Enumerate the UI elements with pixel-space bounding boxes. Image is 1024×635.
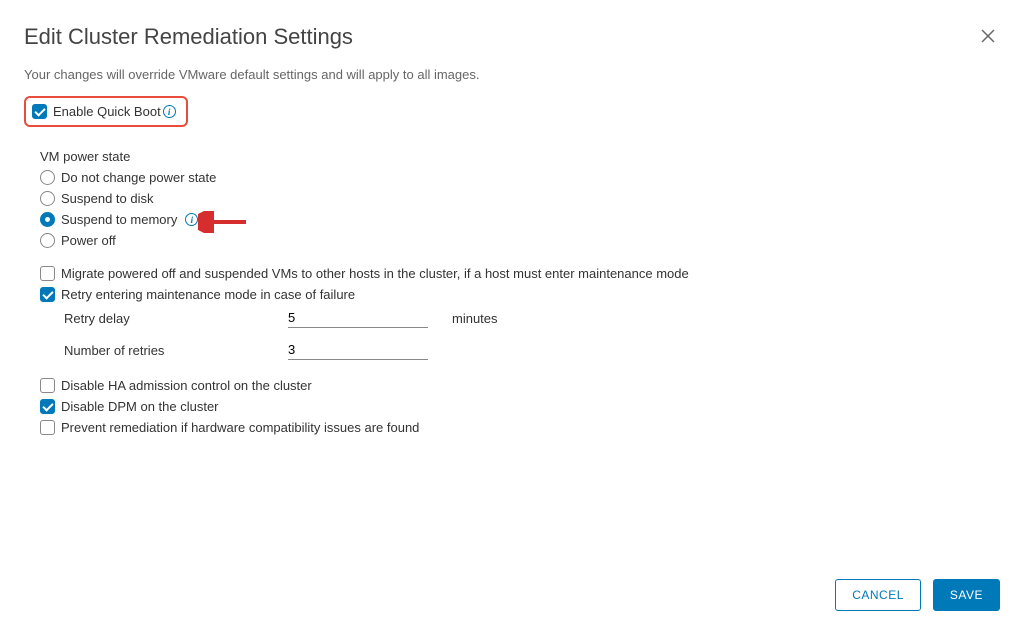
retry-checkbox[interactable] <box>40 287 55 302</box>
retry-label: Retry entering maintenance mode in case … <box>61 287 355 302</box>
cluster-options: Disable HA admission control on the clus… <box>24 378 1000 435</box>
cancel-button[interactable]: CANCEL <box>835 579 921 611</box>
disable-ha-checkbox[interactable] <box>40 378 55 393</box>
quick-boot-highlight: Enable Quick Boot i <box>24 96 188 127</box>
disable-ha-label: Disable HA admission control on the clus… <box>61 378 312 393</box>
prevent-remediation-label: Prevent remediation if hardware compatib… <box>61 420 419 435</box>
enable-quick-boot-checkbox[interactable] <box>32 104 47 119</box>
radio-label: Do not change power state <box>61 170 216 185</box>
info-icon[interactable]: i <box>163 105 176 118</box>
info-icon[interactable]: i <box>185 213 198 226</box>
disable-dpm-label: Disable DPM on the cluster <box>61 399 219 414</box>
close-icon <box>980 28 996 44</box>
retry-delay-unit: minutes <box>452 311 498 326</box>
migrate-label: Migrate powered off and suspended VMs to… <box>61 266 689 281</box>
prevent-remediation-checkbox[interactable] <box>40 420 55 435</box>
radio-label: Power off <box>61 233 116 248</box>
radio-suspend-disk[interactable] <box>40 191 55 206</box>
radio-do-not-change[interactable] <box>40 170 55 185</box>
dialog-footer: CANCEL SAVE <box>835 579 1000 611</box>
maintenance-options: Migrate powered off and suspended VMs to… <box>24 266 1000 360</box>
enable-quick-boot-label: Enable Quick Boot <box>53 104 161 119</box>
radio-suspend-memory[interactable] <box>40 212 55 227</box>
radio-label: Suspend to memory <box>61 212 177 227</box>
radio-label: Suspend to disk <box>61 191 154 206</box>
vm-power-state-group: Do not change power state Suspend to dis… <box>40 170 1000 248</box>
retry-delay-label: Retry delay <box>64 311 288 326</box>
save-button[interactable]: SAVE <box>933 579 1000 611</box>
radio-power-off[interactable] <box>40 233 55 248</box>
migrate-checkbox[interactable] <box>40 266 55 281</box>
vm-power-state-label: VM power state <box>40 149 1000 164</box>
retry-delay-input[interactable] <box>288 308 428 328</box>
dialog-subtitle: Your changes will override VMware defaul… <box>24 67 1000 82</box>
close-button[interactable] <box>976 24 1000 51</box>
num-retries-label: Number of retries <box>64 343 288 358</box>
disable-dpm-checkbox[interactable] <box>40 399 55 414</box>
num-retries-input[interactable] <box>288 340 428 360</box>
dialog-title: Edit Cluster Remediation Settings <box>24 24 353 50</box>
